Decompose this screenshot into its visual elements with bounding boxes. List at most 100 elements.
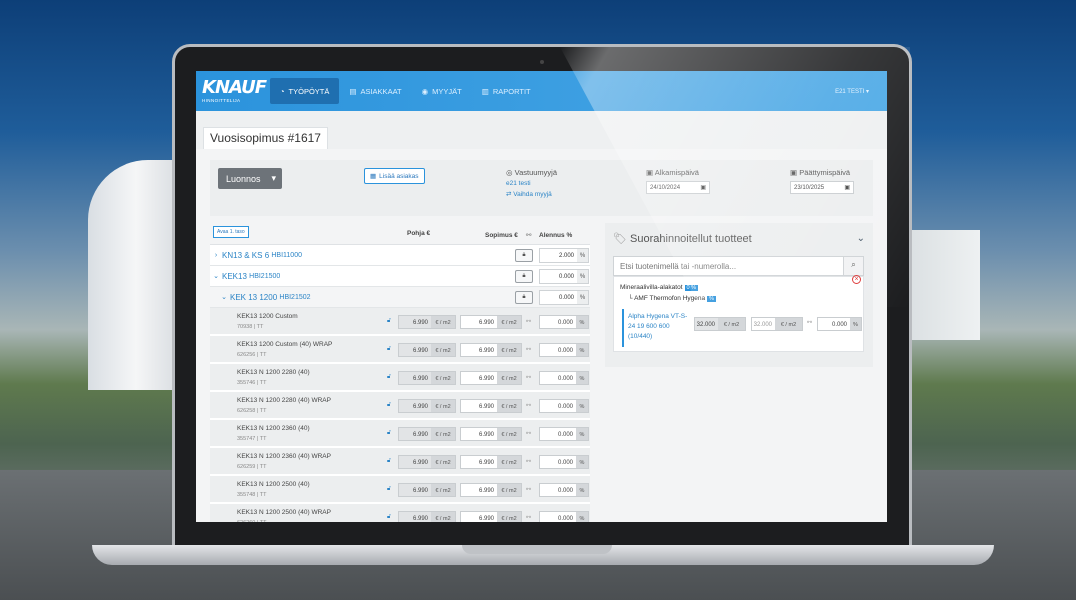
product-name: KEK13 N 1200 2500 (40) [237,481,310,488]
close-icon[interactable]: × [852,275,861,284]
product-code: 355747 | TT [237,436,267,442]
product-code: 626259 | TT [237,464,267,470]
result-item[interactable]: Alpha Hygena VT-S-24 19 600 600 (10/440)… [622,309,862,347]
calendar-icon: ▣ [700,185,706,191]
product-row[interactable]: KEK13 N 1200 2280 (40) WRAP 626258 | TT … [210,392,590,420]
base-price-field: 6.990 € / m2 [398,427,456,441]
contract-price-input[interactable]: 6.990 € / m2 [460,371,522,385]
contract-price-input[interactable]: 6.990 € / m2 [460,399,522,413]
group-row[interactable]: ⌄ KEK13 HBI21500 🔒︎ 0.000% [210,266,590,287]
link-icon[interactable]: ⚯ [807,319,812,326]
building-icon: ▦ [370,173,377,180]
change-seller-link[interactable]: ⇄ Vaihda myyjä [506,190,557,198]
discount-input[interactable]: 0.000% [539,290,589,305]
status-dropdown[interactable]: Luonnos ▾ [218,168,282,189]
end-date: ▣ Päättymispäivä 23/10/2025 ▣ [790,168,854,194]
product-list: KEK13 1200 Custom 70938 | TT 🔓︎ 6.990 € /… [210,308,590,522]
nav-item-dashboard[interactable]: ◔ TYÖPÖYTÄ [270,78,340,104]
nav-item-sellers[interactable]: ◉ MYYJÄT [412,78,472,104]
contract-price-input[interactable]: 32.000 € / m2 [751,317,803,331]
contract-price-input[interactable]: 6.990 € / m2 [460,455,522,469]
product-row[interactable]: KEK13 N 1200 2500 (40) WRAP 626260 | TT … [210,504,590,522]
link-icon[interactable]: ⚯ [526,486,531,493]
discount-input[interactable]: 0.000% [539,483,589,497]
lock-toggle[interactable]: 🔒︎ [515,249,533,262]
discount-input[interactable]: 0.000% [539,269,589,284]
lock-toggle[interactable]: 🔒︎ [515,291,533,304]
group-row[interactable]: › KN13 & KS 6 HBI11000 🔒︎ 2.000% [210,245,590,266]
responsible-seller-value: e21 testi [506,180,531,187]
panel-title: 🏷︎ Suorahinnoitellut tuotteet [613,233,752,245]
user-circle-icon: ◉ [421,86,429,96]
search-results: × Mineraalivilla-alakatot 0 % └ AMF Therm… [613,275,864,352]
discount-input[interactable]: 0.000% [539,371,589,385]
nav-item-customers[interactable]: ▤ ASIAKKAAT [339,78,411,104]
unlock-icon[interactable]: 🔓︎ [387,346,391,353]
chevron-right-icon[interactable]: › [210,252,222,259]
product-code: 70938 | TT [237,324,264,330]
base-price-field: 6.990 € / m2 [398,343,456,357]
base-price-field: 32.000 € / m2 [694,317,746,331]
contract-price-input[interactable]: 6.990 € / m2 [460,511,522,522]
tree-header: Avaa 1. taso Pohja € Sopimus € ⚯ Alennus… [210,223,590,245]
link-icon[interactable]: ⚯ [526,346,531,353]
add-customer-button[interactable]: ▦ Lisää asiakas [364,168,425,184]
link-icon[interactable]: ⚯ [526,374,531,381]
discount-input[interactable]: 0.000% [539,455,589,469]
document-icon: ▤ [349,86,357,96]
product-row[interactable]: KEK13 N 1200 2360 (40) 355747 | TT 🔓︎ 6.… [210,420,590,448]
start-date-input[interactable]: 24/10/2024 ▣ [646,181,710,194]
product-name: KEK13 N 1200 2280 (40) [237,369,310,376]
product-row[interactable]: KEK13 1200 Custom 70938 | TT 🔓︎ 6.990 € /… [210,308,590,336]
unlock-icon[interactable]: 🔓︎ [387,430,391,437]
knauf-logo[interactable]: KNAUF HINNOITTELIJA [196,78,267,104]
search-icon[interactable]: ⌕ [843,257,863,275]
discount-input[interactable]: 0.000% [539,343,589,357]
link-icon[interactable]: ⚯ [526,430,531,437]
product-name: KEK13 1200 Custom (40) WRAP [237,341,333,348]
contract-price-input[interactable]: 6.990 € / m2 [460,315,522,329]
category-label: Mineraalivilla-alakatot 0 % [620,284,698,291]
discount-input[interactable]: 0.000% [539,427,589,441]
unlock-icon[interactable]: 🔓︎ [387,374,391,381]
link-icon[interactable]: ⚯ [526,402,531,409]
chevron-down-icon[interactable]: ⌄ [857,233,865,244]
subgroup-row[interactable]: ⌄ KEK 13 1200 HBI21502 🔒︎ 0.000% [210,287,590,308]
dashboard-icon: ◔ [280,86,285,96]
product-row[interactable]: KEK13 1200 Custom (40) WRAP 626256 | TT … [210,336,590,364]
lock-toggle[interactable]: 🔒︎ [515,270,533,283]
discount-input[interactable]: 2.000% [539,248,589,263]
product-name: KEK13 N 1200 2280 (40) WRAP [237,397,331,404]
user-menu[interactable]: E21 TESTI ▾ [835,88,869,95]
unlock-icon[interactable]: 🔓︎ [387,514,391,521]
unlock-icon[interactable]: 🔓︎ [387,402,391,409]
product-row[interactable]: KEK13 N 1200 2360 (40) WRAP 626259 | TT … [210,448,590,476]
discount-input[interactable]: 0.000% [817,317,862,331]
contract-price-input[interactable]: 6.990 € / m2 [460,343,522,357]
discount-input[interactable]: 0.000% [539,399,589,413]
unlock-icon[interactable]: 🔓︎ [387,318,391,325]
link-icon[interactable]: ⚯ [526,318,531,325]
product-code: 626258 | TT [237,408,267,414]
chevron-down-icon[interactable]: ⌄ [210,272,222,280]
nav-item-reports[interactable]: ▥ RAPORTIT [472,78,541,104]
product-row[interactable]: KEK13 N 1200 2500 (40) 355748 | TT 🔓︎ 6.… [210,476,590,504]
caret-down-icon: ▾ [865,88,869,95]
contract-header-card: Luonnos ▾ ▦ Lisää asiakas ◎ Vastuumyyjä e2… [210,160,873,216]
contract-price-input[interactable]: 6.990 € / m2 [460,427,522,441]
contract-price-input[interactable]: 6.990 € / m2 [460,483,522,497]
tab-contract[interactable]: Vuosisopimus #1617 [203,127,328,149]
discount-input[interactable]: 0.000% [539,511,589,522]
product-search-input[interactable]: Etsi tuotenimellä tai -numerolla... ⌕ [613,256,864,276]
product-code: 355746 | TT [237,380,267,386]
link-icon[interactable]: ⚯ [526,514,531,521]
unlock-icon[interactable]: 🔓︎ [387,486,391,493]
product-row[interactable]: KEK13 N 1200 2280 (40) 355746 | TT 🔓︎ 6.… [210,364,590,392]
discount-input[interactable]: 0.000% [539,315,589,329]
link-icon[interactable]: ⚯ [526,458,531,465]
chevron-down-icon[interactable]: ⌄ [218,293,230,301]
unlock-icon[interactable]: 🔓︎ [387,458,391,465]
swap-icon: ⇄ [506,191,512,198]
end-date-input[interactable]: 23/10/2025 ▣ [790,181,854,194]
open-level-button[interactable]: Avaa 1. taso [213,226,249,238]
